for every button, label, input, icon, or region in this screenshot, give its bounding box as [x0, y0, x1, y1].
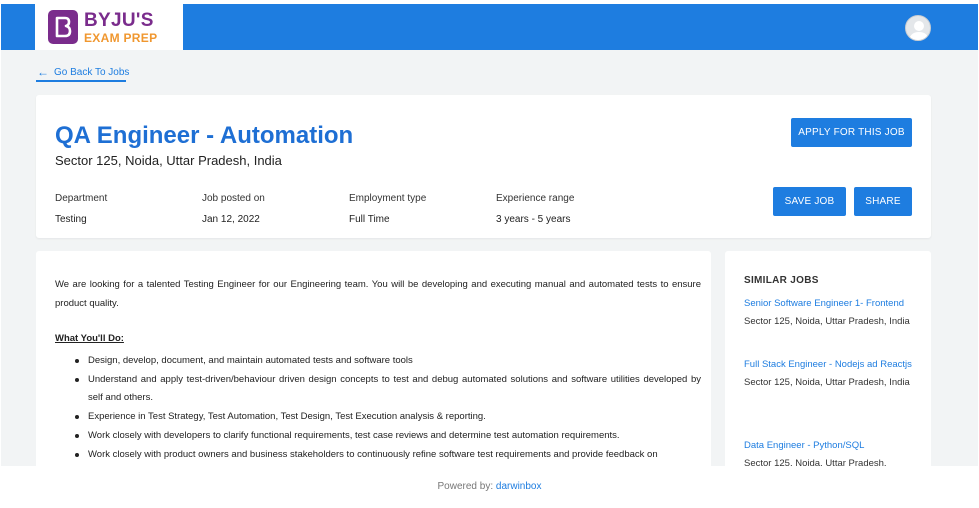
- logo-wordmark: BYJU'S EXAM PREP: [84, 11, 157, 44]
- arrow-left-icon: ←: [37, 65, 49, 79]
- back-to-jobs-label: Go Back To Jobs: [54, 66, 130, 78]
- job-header-card: QA Engineer - Automation Sector 125, Noi…: [36, 95, 931, 238]
- job-title: QA Engineer - Automation: [55, 122, 354, 149]
- back-link-underline: [36, 80, 126, 82]
- similar-job-link[interactable]: Full Stack Engineer - Nodejs ad Reactjs: [744, 355, 914, 374]
- similar-job-location: Sector 125, Noida, Uttar Pradesh, India: [744, 316, 910, 327]
- similar-jobs-heading: SIMILAR JOBS: [744, 275, 819, 286]
- meta-value: Testing: [55, 214, 87, 225]
- similar-job-location: Sector 125, Noida, Uttar Pradesh, India: [744, 377, 910, 388]
- job-description-card: We are looking for a talented Testing En…: [36, 251, 711, 466]
- share-button[interactable]: SHARE: [854, 187, 912, 216]
- meta-employment-type: Employment type Full Time: [349, 193, 426, 225]
- list-item: Work closely with product owners and bus…: [75, 446, 701, 464]
- logo-line-2: EXAM PREP: [84, 30, 158, 45]
- meta-department: Department Testing: [55, 193, 107, 225]
- powered-by-label: Powered by:: [437, 481, 494, 492]
- similar-job-link[interactable]: Senior Software Engineer 1- Frontend: [744, 294, 914, 313]
- byjus-logo-icon: [48, 10, 78, 44]
- apply-for-job-button[interactable]: APPLY FOR THIS JOB: [791, 118, 912, 147]
- similar-jobs-card: SIMILAR JOBS Senior Software Engineer 1-…: [725, 251, 931, 466]
- meta-label: Job posted on: [202, 193, 265, 204]
- list-item: Understand and apply test-driven/behavio…: [75, 371, 701, 407]
- similar-job-item: Full Stack Engineer - Nodejs ad Reactjs …: [744, 355, 914, 390]
- logo-line-1: BYJU'S: [84, 9, 154, 31]
- list-item: Experience in Test Strategy, Test Automa…: [75, 408, 701, 426]
- similar-job-item: Senior Software Engineer 1- Frontend Sec…: [744, 294, 914, 329]
- powered-by-footer: Powered by: darwinbox: [0, 481, 979, 492]
- back-to-jobs-link[interactable]: ← Go Back To Jobs: [37, 66, 129, 78]
- similar-job-location: Sector 125, Noida, Uttar Pradesh,: [744, 458, 887, 466]
- byjus-logo[interactable]: BYJU'S EXAM PREP: [35, 4, 183, 50]
- meta-label: Employment type: [349, 193, 427, 204]
- job-location: Sector 125, Noida, Uttar Pradesh, India: [55, 153, 282, 168]
- list-item: Work closely with developers to clarify …: [75, 427, 701, 445]
- similar-job-link[interactable]: Data Engineer - Python/SQL: [744, 436, 914, 455]
- meta-value: Full Time: [349, 214, 390, 225]
- similar-job-item: Data Engineer - Python/SQL Sector 125, N…: [744, 436, 914, 466]
- responsibilities-heading: What You'll Do:: [55, 333, 124, 344]
- meta-value: 3 years - 5 years: [496, 214, 571, 225]
- description-intro: We are looking for a talented Testing En…: [55, 279, 701, 309]
- responsibilities-list: Design, develop, document, and maintain …: [75, 352, 701, 465]
- top-bar: BYJU'S EXAM PREP: [1, 4, 978, 50]
- darwinbox-link[interactable]: darwinbox: [496, 481, 542, 492]
- save-job-button[interactable]: SAVE JOB: [773, 187, 846, 216]
- meta-label: Experience range: [496, 193, 575, 204]
- list-item: Design, develop, document, and maintain …: [75, 352, 701, 370]
- page-frame: BYJU'S EXAM PREP ← Go Back To Jobs QA En…: [1, 4, 978, 466]
- meta-value: Jan 12, 2022: [202, 214, 260, 225]
- meta-job-posted: Job posted on Jan 12, 2022: [202, 193, 265, 225]
- meta-experience-range: Experience range 3 years - 5 years: [496, 193, 574, 225]
- meta-label: Department: [55, 193, 108, 204]
- user-avatar-icon[interactable]: [905, 15, 931, 41]
